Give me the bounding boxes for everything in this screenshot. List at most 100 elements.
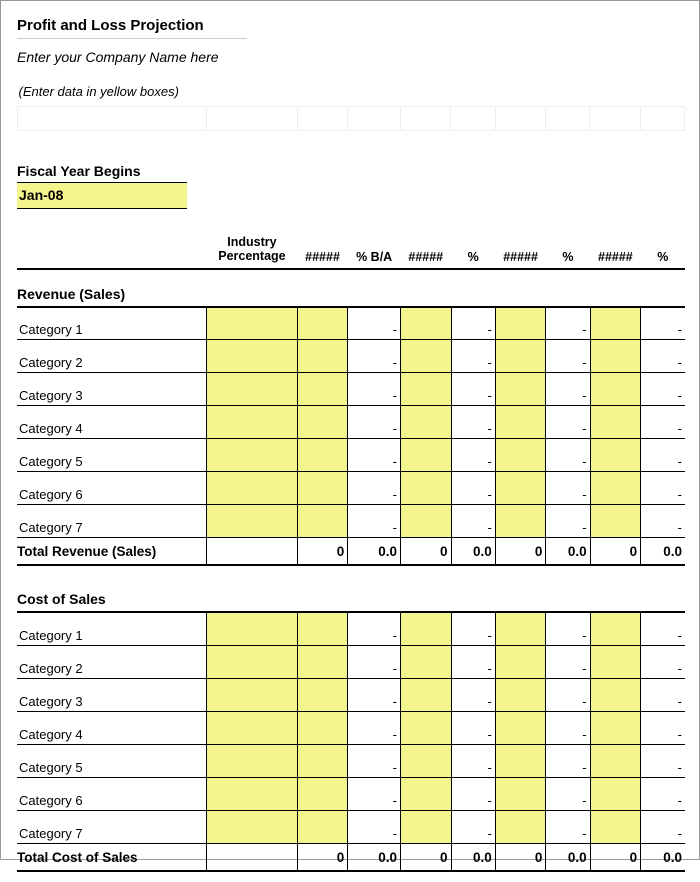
pct-2-value: - — [451, 406, 495, 439]
period-3-input[interactable] — [495, 645, 546, 678]
period-2-input[interactable] — [400, 340, 451, 373]
cost-row: Category 3---- — [17, 678, 685, 711]
period-4-input[interactable] — [590, 340, 641, 373]
period-3-input[interactable] — [495, 307, 546, 340]
pct-2-value: - — [451, 744, 495, 777]
period-3-input[interactable] — [495, 744, 546, 777]
header-period-4: ##### — [590, 233, 641, 269]
industry-percentage-input[interactable] — [207, 340, 298, 373]
industry-percentage-input[interactable] — [207, 472, 298, 505]
industry-percentage-input[interactable] — [207, 744, 298, 777]
pct-ba-value: - — [348, 373, 401, 406]
period-4-input[interactable] — [590, 472, 641, 505]
industry-percentage-input[interactable] — [207, 439, 298, 472]
period-4-input[interactable] — [590, 505, 641, 538]
period-4-input[interactable] — [590, 307, 641, 340]
period-1-input[interactable] — [297, 439, 348, 472]
industry-percentage-input[interactable] — [207, 373, 298, 406]
period-4-input[interactable] — [590, 678, 641, 711]
period-1-input[interactable] — [297, 777, 348, 810]
period-1-input[interactable] — [297, 711, 348, 744]
period-1-input[interactable] — [297, 810, 348, 843]
period-2-input[interactable] — [400, 678, 451, 711]
pct-3-value: - — [546, 744, 590, 777]
industry-percentage-input[interactable] — [207, 777, 298, 810]
total-period-3: 0 — [495, 843, 546, 871]
period-1-input[interactable] — [297, 678, 348, 711]
period-2-input[interactable] — [400, 307, 451, 340]
pct-3-value: - — [546, 612, 590, 645]
period-4-input[interactable] — [590, 744, 641, 777]
total-pct-2: 0.0 — [451, 538, 495, 566]
pct-ba-value: - — [348, 505, 401, 538]
period-3-input[interactable] — [495, 678, 546, 711]
industry-percentage-input[interactable] — [207, 711, 298, 744]
header-period-1: ##### — [297, 233, 348, 269]
period-2-input[interactable] — [400, 645, 451, 678]
cost-total-row: Total Cost of Sales00.000.000.000.0 — [17, 843, 685, 871]
period-1-input[interactable] — [297, 307, 348, 340]
pct-2-value: - — [451, 307, 495, 340]
period-3-input[interactable] — [495, 472, 546, 505]
industry-percentage-input[interactable] — [207, 406, 298, 439]
period-4-input[interactable] — [590, 612, 641, 645]
industry-percentage-input[interactable] — [207, 612, 298, 645]
period-2-input[interactable] — [400, 810, 451, 843]
period-2-input[interactable] — [400, 472, 451, 505]
pct-2-value: - — [451, 505, 495, 538]
period-1-input[interactable] — [297, 744, 348, 777]
period-3-input[interactable] — [495, 406, 546, 439]
pct-2-value: - — [451, 777, 495, 810]
period-2-input[interactable] — [400, 711, 451, 744]
period-4-input[interactable] — [590, 711, 641, 744]
cost-section-header: Cost of Sales — [17, 575, 685, 612]
industry-percentage-input[interactable] — [207, 678, 298, 711]
period-1-input[interactable] — [297, 406, 348, 439]
period-3-input[interactable] — [495, 711, 546, 744]
period-3-input[interactable] — [495, 810, 546, 843]
period-1-input[interactable] — [297, 645, 348, 678]
pct-4-value: - — [641, 307, 685, 340]
period-3-input[interactable] — [495, 505, 546, 538]
period-1-input[interactable] — [297, 373, 348, 406]
period-4-input[interactable] — [590, 777, 641, 810]
category-label: Category 6 — [17, 472, 207, 505]
period-2-input[interactable] — [400, 439, 451, 472]
pct-2-value: - — [451, 340, 495, 373]
period-3-input[interactable] — [495, 612, 546, 645]
period-4-input[interactable] — [590, 645, 641, 678]
period-4-input[interactable] — [590, 373, 641, 406]
period-4-input[interactable] — [590, 406, 641, 439]
period-2-input[interactable] — [400, 373, 451, 406]
pct-3-value: - — [546, 340, 590, 373]
period-1-input[interactable] — [297, 340, 348, 373]
total-period-4: 0 — [590, 843, 641, 871]
industry-percentage-input[interactable] — [207, 810, 298, 843]
period-1-input[interactable] — [297, 612, 348, 645]
pct-ba-value: - — [348, 645, 401, 678]
instruction-hint: (Enter data in yellow boxes) — [19, 84, 684, 99]
company-name-placeholder[interactable]: Enter your Company Name here — [17, 49, 689, 65]
period-2-input[interactable] — [400, 777, 451, 810]
pct-4-value: - — [641, 678, 685, 711]
industry-percentage-input[interactable] — [207, 645, 298, 678]
period-2-input[interactable] — [400, 612, 451, 645]
period-3-input[interactable] — [495, 340, 546, 373]
period-2-input[interactable] — [400, 744, 451, 777]
period-3-input[interactable] — [495, 373, 546, 406]
industry-percentage-input[interactable] — [207, 307, 298, 340]
period-1-input[interactable] — [297, 505, 348, 538]
period-2-input[interactable] — [400, 505, 451, 538]
pct-3-value: - — [546, 505, 590, 538]
pct-ba-value: - — [348, 472, 401, 505]
industry-percentage-input[interactable] — [207, 505, 298, 538]
period-4-input[interactable] — [590, 439, 641, 472]
period-4-input[interactable] — [590, 810, 641, 843]
period-2-input[interactable] — [400, 406, 451, 439]
period-3-input[interactable] — [495, 439, 546, 472]
fiscal-year-begins-value[interactable]: Jan-08 — [17, 183, 187, 209]
pct-4-value: - — [641, 612, 685, 645]
period-3-input[interactable] — [495, 777, 546, 810]
pct-3-value: - — [546, 373, 590, 406]
period-1-input[interactable] — [297, 472, 348, 505]
